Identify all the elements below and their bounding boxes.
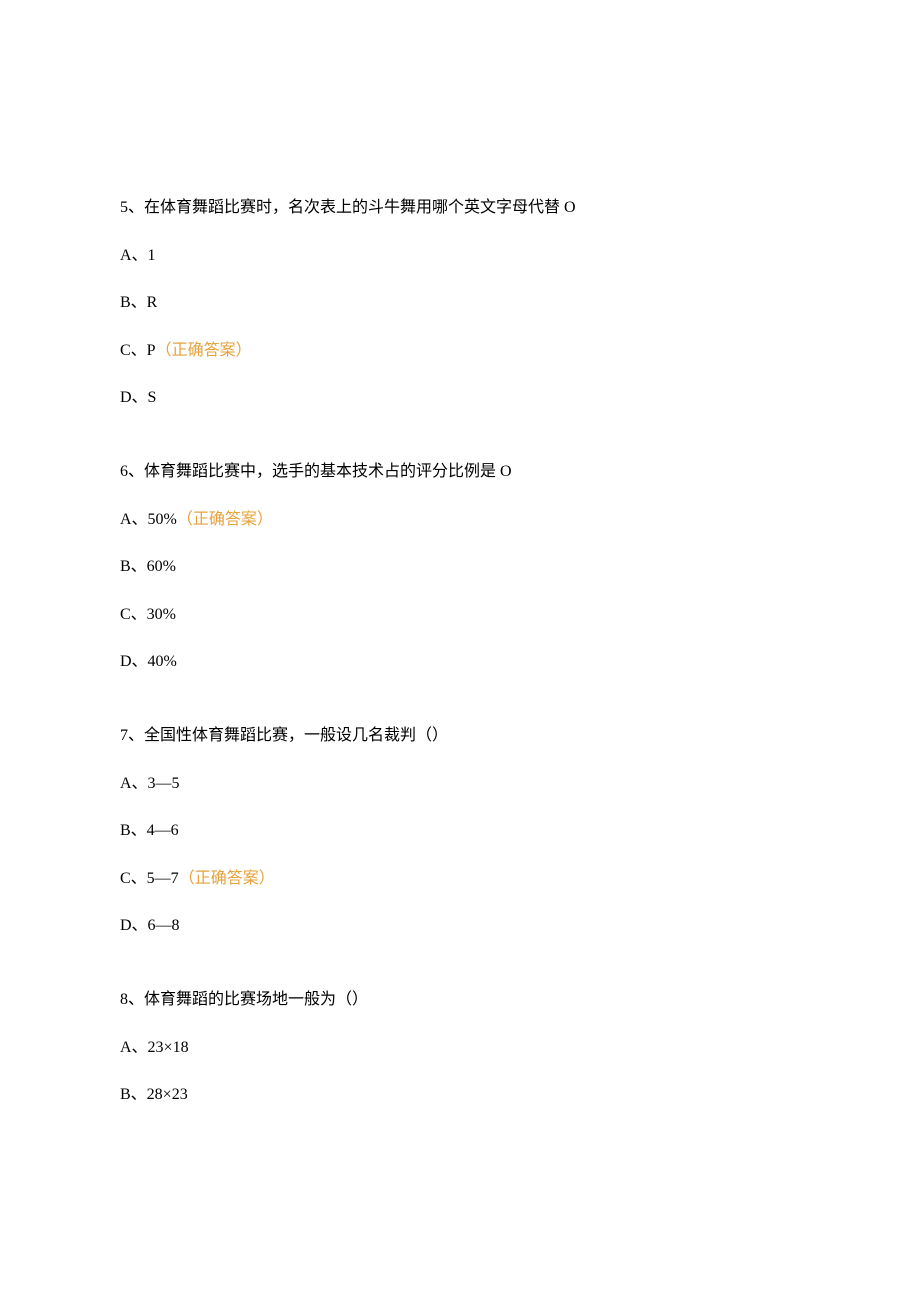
correct-answer-label: （正确答案） [179, 870, 275, 887]
option-label: D、40% [120, 653, 177, 670]
option: C、5—7（正确答案） [120, 866, 800, 892]
option-label: A、3—5 [120, 775, 180, 792]
option: B、28×23 [120, 1082, 800, 1108]
option: A、23×18 [120, 1035, 800, 1061]
option: D、6—8 [120, 913, 800, 939]
option-label: B、R [120, 294, 157, 311]
option-label: D、6—8 [120, 917, 180, 934]
option-label: C、5—7 [120, 870, 179, 887]
option: B、4—6 [120, 818, 800, 844]
option-label: A、23×18 [120, 1039, 189, 1056]
option: D、S [120, 385, 800, 411]
option: B、R [120, 290, 800, 316]
option: A、1 [120, 243, 800, 269]
option-label: B、60% [120, 558, 176, 575]
question-block: 5、在体育舞蹈比赛时，名次表上的斗牛舞用哪个英文字母代替 O A、1 B、R C、P（… [120, 195, 800, 411]
option-label: B、4—6 [120, 822, 179, 839]
option: C、30% [120, 602, 800, 628]
option: D、40% [120, 649, 800, 675]
question-text: 6、体育舞蹈比赛中，选手的基本技术占的评分比例是 O [120, 459, 800, 485]
option: C、P（正确答案） [120, 338, 800, 364]
option-label: C、30% [120, 606, 176, 623]
option-label: D、S [120, 389, 156, 406]
question-block: 8、体育舞蹈的比赛场地一般为（） A、23×18 B、28×23 [120, 987, 800, 1108]
option-label: A、50% [120, 511, 177, 528]
correct-answer-label: （正确答案） [156, 342, 252, 359]
option-label: A、1 [120, 247, 156, 264]
option: A、3—5 [120, 771, 800, 797]
document-content: 5、在体育舞蹈比赛时，名次表上的斗牛舞用哪个英文字母代替 OA、1B、RC、P（… [120, 195, 800, 1108]
option-label: B、28×23 [120, 1086, 188, 1103]
question-text: 5、在体育舞蹈比赛时，名次表上的斗牛舞用哪个英文字母代替 O [120, 195, 800, 221]
option-label: C、P [120, 342, 156, 359]
question-text: 8、体育舞蹈的比赛场地一般为（） [120, 987, 800, 1013]
question-text: 7、全国性体育舞蹈比赛，一般设几名裁判（） [120, 723, 800, 749]
question-block: 6、体育舞蹈比赛中，选手的基本技术占的评分比例是 O A、50%（正确答案） B、6… [120, 459, 800, 675]
option: A、50%（正确答案） [120, 507, 800, 533]
correct-answer-label: （正确答案） [177, 511, 273, 528]
question-block: 7、全国性体育舞蹈比赛，一般设几名裁判（） A、3—5 B、4—6 C、5—7（正确答… [120, 723, 800, 939]
option: B、60% [120, 554, 800, 580]
